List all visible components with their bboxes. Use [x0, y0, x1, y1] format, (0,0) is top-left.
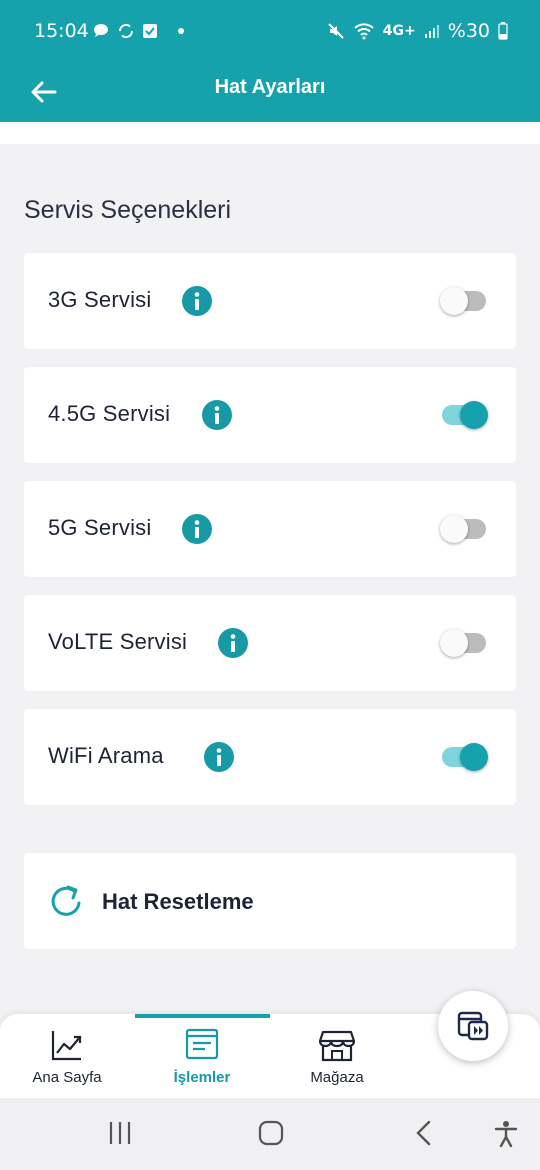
sync-icon — [118, 23, 134, 39]
info-icon[interactable] — [182, 286, 212, 316]
nav-home[interactable]: Ana Sayfa — [0, 1014, 134, 1098]
store-icon — [319, 1030, 355, 1062]
service-label: 5G Servisi — [48, 515, 152, 540]
service-label: 3G Servisi — [48, 287, 152, 312]
service-card-3g: 3G Servisi — [24, 253, 516, 349]
status-time: 15:04 — [34, 20, 89, 42]
info-icon[interactable] — [202, 400, 232, 430]
reset-label: Hat Resetleme — [102, 889, 254, 914]
info-icon[interactable] — [218, 628, 248, 658]
toggle-5g[interactable] — [440, 515, 488, 543]
checkbox-icon — [143, 24, 157, 38]
nav-label: İşlemler — [173, 1069, 231, 1086]
service-card-wifi-calling: WiFi Arama — [24, 709, 516, 805]
chat-bubble-icon — [94, 24, 108, 37]
battery-percent: %30 — [447, 20, 490, 42]
service-label: VoLTE Servisi — [48, 629, 188, 654]
media-play-icon — [457, 1011, 489, 1041]
chart-up-icon — [51, 1031, 82, 1061]
nav-store[interactable]: Mağaza — [270, 1014, 404, 1098]
back-nav-icon[interactable] — [414, 1120, 432, 1146]
signal-icon — [424, 25, 439, 38]
service-card-volte: VoLTE Servisi — [24, 595, 516, 691]
nav-label: Ana Sayfa — [32, 1069, 102, 1086]
status-bar: 15:04 4G+ %30 — [0, 0, 540, 62]
battery-icon — [498, 22, 508, 40]
home-icon[interactable] — [258, 1120, 284, 1146]
accessibility-icon[interactable] — [494, 1120, 518, 1148]
system-navigation-bar — [0, 1098, 540, 1170]
nav-label: Mağaza — [310, 1069, 364, 1086]
toggle-3g[interactable] — [440, 287, 488, 315]
header-divider — [0, 122, 540, 144]
toggle-4-5g[interactable] — [440, 401, 488, 429]
recent-apps-icon[interactable] — [108, 1120, 132, 1146]
refresh-icon — [51, 885, 81, 916]
mute-icon — [328, 23, 344, 39]
network-type: 4G+ — [382, 23, 416, 39]
section-title: Servis Seçenekleri — [24, 196, 232, 224]
line-reset-button[interactable]: Hat Resetleme — [24, 853, 516, 949]
service-label: WiFi Arama — [48, 743, 164, 768]
service-card-4-5g: 4.5G Servisi — [24, 367, 516, 463]
notification-dot — [178, 28, 184, 34]
media-fab-button[interactable] — [438, 991, 508, 1061]
list-card-icon — [185, 1028, 219, 1060]
app-bar: Hat Ayarları — [0, 62, 540, 122]
service-label: 4.5G Servisi — [48, 401, 171, 426]
wifi-icon — [354, 23, 374, 40]
info-icon[interactable] — [204, 742, 234, 772]
toggle-volte[interactable] — [440, 629, 488, 657]
toggle-wifi-calling[interactable] — [440, 743, 488, 771]
service-card-5g: 5G Servisi — [24, 481, 516, 577]
info-icon[interactable] — [182, 514, 212, 544]
page-title: Hat Ayarları — [214, 76, 326, 98]
nav-transactions[interactable]: İşlemler — [135, 1014, 269, 1098]
